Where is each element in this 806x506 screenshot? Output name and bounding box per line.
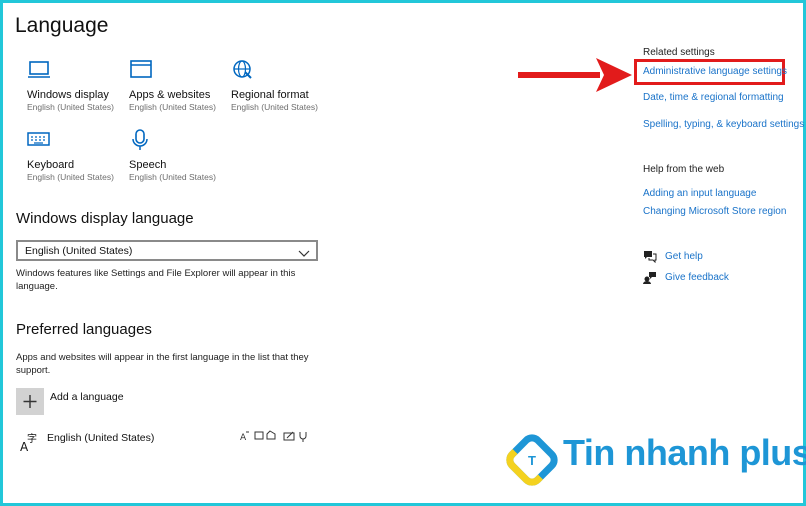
preferred-languages-description: Apps and websites will appear in the fir… bbox=[16, 352, 309, 376]
tile-sublabel: English (United States) bbox=[27, 102, 114, 112]
keyboard-icon bbox=[27, 129, 127, 157]
give-feedback-link[interactable]: Give feedback bbox=[665, 272, 729, 283]
tile-sublabel: English (United States) bbox=[231, 102, 318, 112]
tile-keyboard[interactable]: Keyboard English (United States) bbox=[27, 129, 127, 183]
give-feedback-icon bbox=[643, 271, 657, 289]
svg-text:A: A bbox=[240, 433, 247, 443]
red-arrow-icon bbox=[518, 57, 632, 98]
tile-apps-websites[interactable]: Apps & websites English (United States) bbox=[129, 59, 229, 113]
get-help-icon bbox=[643, 250, 657, 268]
watermark-text: Tin nhanh plus bbox=[563, 432, 806, 473]
get-help-link[interactable]: Get help bbox=[665, 251, 703, 262]
monitor-icon bbox=[27, 59, 127, 87]
display-language-description: Windows features like Settings and File … bbox=[16, 268, 296, 292]
spelling-typing-keyboard-link[interactable]: Spelling, typing, & keyboard settings bbox=[643, 119, 804, 130]
language-list-item[interactable]: A字 English (United States) A bbox=[20, 429, 320, 459]
app-window-icon bbox=[129, 59, 229, 87]
related-settings-heading: Related settings bbox=[643, 47, 715, 58]
display-language-heading: Windows display language bbox=[16, 210, 194, 227]
tile-regional-format[interactable]: Regional format English (United States) bbox=[231, 59, 331, 113]
display-language-value: English (United States) bbox=[25, 245, 133, 257]
add-language-label[interactable]: Add a language bbox=[50, 391, 124, 403]
tile-label: Keyboard bbox=[27, 159, 75, 171]
tile-label: Speech bbox=[129, 159, 167, 171]
page-title: Language bbox=[15, 14, 109, 37]
globe-format-icon bbox=[231, 59, 331, 87]
add-language-button[interactable] bbox=[16, 388, 44, 415]
display-language-select[interactable]: English (United States) bbox=[16, 240, 318, 261]
tile-label: Windows display bbox=[27, 89, 109, 101]
help-from-web-heading: Help from the web bbox=[643, 164, 725, 175]
language-features-icons: A bbox=[240, 429, 314, 448]
tile-sublabel: English (United States) bbox=[129, 102, 216, 112]
administrative-language-settings-link[interactable]: Administrative language settings bbox=[643, 66, 787, 77]
plus-icon bbox=[16, 395, 44, 419]
tile-label: Regional format bbox=[231, 89, 309, 101]
tile-sublabel: English (United States) bbox=[129, 172, 216, 182]
tile-speech[interactable]: Speech English (United States) bbox=[129, 129, 229, 183]
svg-text:字: 字 bbox=[27, 432, 37, 445]
chevron-down-icon bbox=[298, 245, 310, 263]
changing-store-region-link[interactable]: Changing Microsoft Store region bbox=[643, 206, 786, 217]
tile-label: Apps & websites bbox=[129, 89, 211, 101]
language-name: English (United States) bbox=[47, 432, 155, 444]
tin-nhanh-plus-logo-icon: T bbox=[505, 433, 559, 492]
microphone-icon bbox=[129, 129, 229, 157]
tile-windows-display[interactable]: Windows display English (United States) bbox=[27, 59, 127, 113]
logo-letter: T bbox=[528, 453, 536, 468]
adding-input-language-link[interactable]: Adding an input language bbox=[643, 188, 756, 199]
language-glyph-icon: A字 bbox=[20, 432, 40, 459]
date-time-regional-link[interactable]: Date, time & regional formatting bbox=[643, 92, 784, 103]
tile-sublabel: English (United States) bbox=[27, 172, 114, 182]
preferred-languages-heading: Preferred languages bbox=[16, 321, 152, 338]
